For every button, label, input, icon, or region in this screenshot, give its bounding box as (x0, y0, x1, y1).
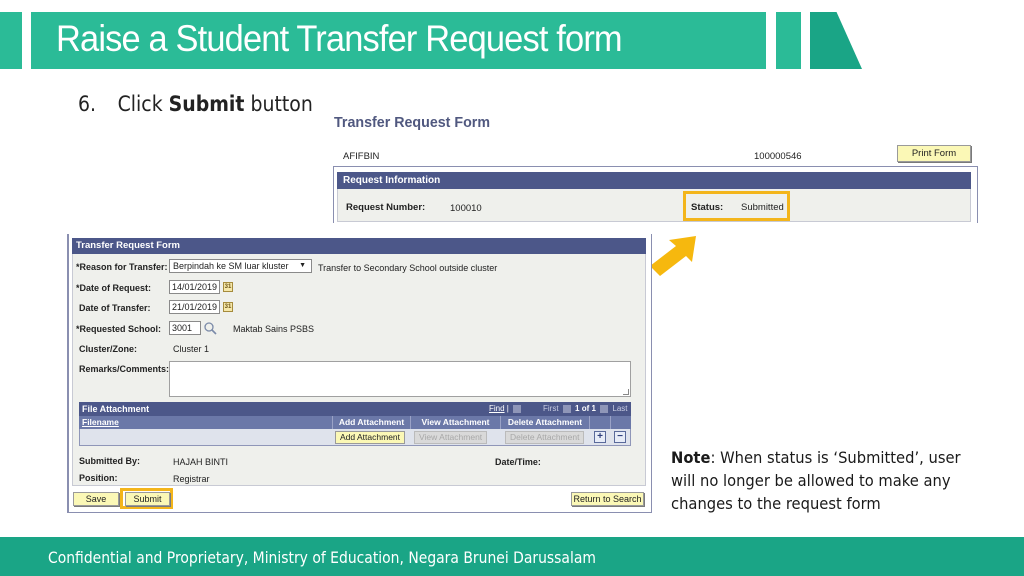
requested-school-name: Maktab Sains PSBS (233, 324, 315, 334)
view-attachment-button[interactable]: View Attachment (414, 431, 488, 444)
status-label: Status: (691, 202, 724, 213)
save-button[interactable]: Save (73, 492, 119, 506)
cluster-zone-label: Cluster/Zone: (79, 344, 138, 354)
first-link[interactable]: First (543, 404, 559, 413)
request-info-header: Request Information (337, 172, 971, 189)
column-delete-row (610, 416, 631, 429)
add-row-icon[interactable]: + (594, 431, 606, 443)
last-link[interactable]: Last (612, 404, 627, 413)
reason-label: *Reason for Transfer: (76, 262, 168, 272)
step-number: 6. (78, 92, 97, 116)
cluster-zone-value: Cluster 1 (173, 344, 210, 354)
column-view-attachment: View Attachment (410, 416, 500, 429)
grid-navigation: Find | (489, 402, 523, 416)
remarks-textarea[interactable] (169, 361, 631, 397)
column-add-attachment: Add Attachment (332, 416, 410, 429)
resize-grip-icon[interactable] (623, 389, 629, 395)
delete-attachment-button[interactable]: Delete Attachment (505, 431, 585, 444)
return-to-search-button[interactable]: Return to Search (571, 492, 644, 506)
step-instruction: 6. Click Submit button (78, 92, 313, 116)
view-all-icon[interactable] (513, 404, 522, 413)
datetime-label: Date/Time: (495, 457, 541, 467)
previous-icon[interactable] (562, 404, 571, 413)
reason-select-value: Berpindah ke SM luar kluster (173, 261, 289, 271)
request-info-body (337, 189, 971, 222)
requested-school-input[interactable]: 3001 (169, 321, 201, 335)
date-of-transfer-label: Date of Transfer: (79, 303, 151, 313)
position-label: Position: (79, 473, 118, 483)
reason-description: Transfer to Secondary School outside clu… (318, 263, 498, 273)
print-form-button[interactable]: Print Form (897, 145, 971, 162)
dropdown-caret-icon: ▼ (299, 262, 306, 269)
calendar-icon[interactable]: 31 (223, 282, 233, 292)
requested-school-label: *Requested School: (76, 324, 162, 334)
form-frame-edge (67, 234, 69, 513)
status-value: Submitted (741, 202, 784, 213)
column-filename[interactable]: Filename (79, 416, 332, 429)
remarks-label: Remarks/Comments: (79, 364, 170, 374)
page-indicator: 1 of 1 (575, 404, 596, 413)
status-page-title: Transfer Request Form (334, 114, 491, 131)
date-of-request-input[interactable]: 14/01/2019 (169, 280, 220, 294)
date-of-transfer-input[interactable]: 21/01/2019 (169, 300, 220, 314)
position-value: Registrar (173, 474, 210, 484)
grid-pagination: First 1 of 1 Last (543, 402, 628, 416)
next-icon[interactable] (600, 404, 609, 413)
user-id: AFIFBIN (343, 151, 380, 162)
note-body: : When status is ‘Submitted’, user will … (671, 448, 961, 513)
calendar-icon[interactable]: 31 (223, 302, 233, 312)
note-text: Note: When status is ‘Submitted’, user w… (671, 446, 965, 515)
note-label: Note (671, 448, 711, 467)
pointer-arrow-icon (650, 236, 696, 276)
find-link[interactable]: Find (489, 404, 505, 413)
header-accent-bar (776, 12, 801, 69)
footer-text: Confidential and Proprietary, Ministry o… (48, 548, 596, 567)
slide-title: Raise a Student Transfer Request form (56, 18, 623, 59)
step-bold: Submit (168, 92, 245, 116)
form-section-header: Transfer Request Form (72, 238, 646, 254)
header-accent-bar (0, 12, 22, 69)
date-of-request-label: *Date of Request: (76, 283, 152, 293)
step-prefix: Click (117, 92, 169, 116)
delete-row-icon[interactable]: − (614, 431, 626, 443)
add-attachment-button[interactable]: Add Attachment (335, 431, 406, 444)
column-add-row (589, 416, 610, 429)
submitted-by-value: HAJAH BINTI (173, 457, 229, 467)
request-number-label: Request Number: (346, 202, 426, 213)
lookup-magnifier-icon[interactable] (203, 321, 217, 335)
header-accent-shape (810, 12, 862, 69)
request-number-value: 100010 (450, 203, 482, 214)
column-delete-attachment: Delete Attachment (500, 416, 589, 429)
submit-button[interactable]: Submit (125, 492, 170, 506)
step-suffix: button (244, 92, 313, 116)
submitted-by-label: Submitted By: (79, 456, 141, 466)
employee-id: 100000546 (754, 151, 802, 162)
reason-select[interactable]: Berpindah ke SM luar kluster ▼ (169, 259, 312, 273)
